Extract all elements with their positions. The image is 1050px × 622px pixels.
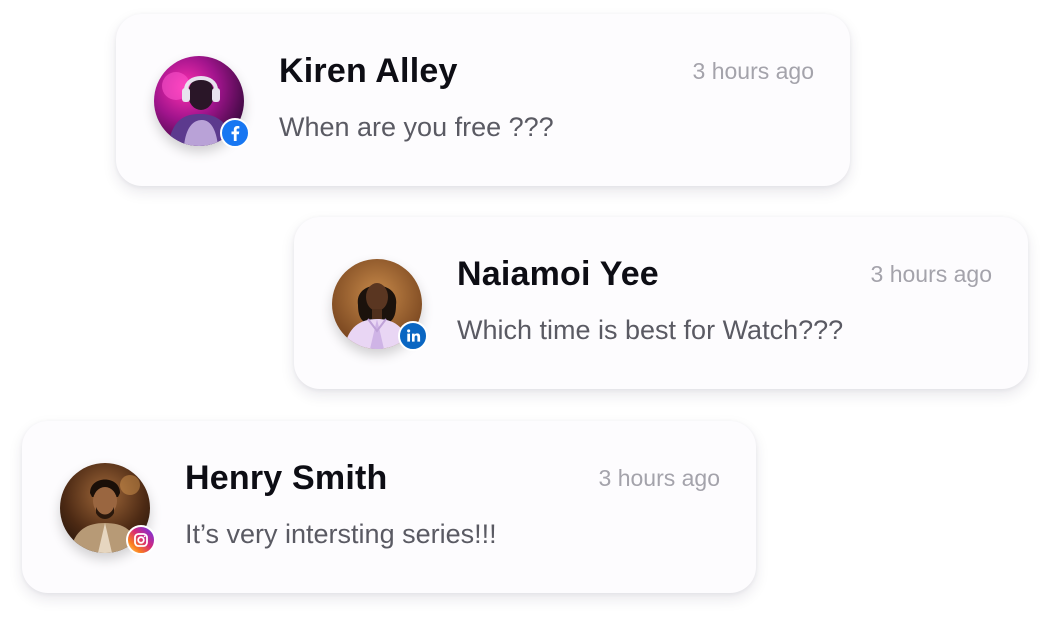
avatar-wrap (60, 463, 156, 555)
linkedin-icon (398, 321, 428, 351)
instagram-icon (126, 525, 156, 555)
message-card-henry-smith[interactable]: Henry Smith 3 hours ago It’s very inters… (22, 421, 756, 593)
avatar-wrap (332, 259, 428, 351)
message-preview: Which time is best for Watch??? (457, 315, 844, 345)
message-timestamp: 3 hours ago (870, 261, 992, 287)
message-card-naiamoi-yee[interactable]: Naiamoi Yee 3 hours ago Which time is be… (294, 217, 1028, 389)
avatar-wrap (154, 56, 250, 148)
message-timestamp: 3 hours ago (692, 58, 814, 84)
sender-name: Kiren Alley (279, 52, 458, 90)
sender-name: Naiamoi Yee (457, 255, 659, 293)
facebook-icon (220, 118, 250, 148)
message-preview: When are you free ??? (279, 112, 554, 142)
message-timestamp: 3 hours ago (598, 465, 720, 491)
message-cards-stage: Kiren Alley 3 hours ago When are you fre… (0, 0, 1050, 622)
sender-name: Henry Smith (185, 459, 388, 497)
message-preview: It’s very intersting series!!! (185, 519, 497, 549)
message-card-kiren-alley[interactable]: Kiren Alley 3 hours ago When are you fre… (116, 14, 850, 186)
